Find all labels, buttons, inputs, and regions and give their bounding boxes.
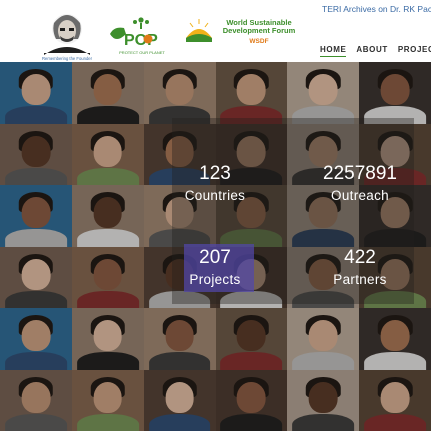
photo-shade [215, 369, 288, 431]
portrait-photo [359, 369, 431, 431]
teri-logo-caption: Remembering the Founder [42, 56, 93, 61]
sun-icon [186, 19, 212, 42]
stat-partners: 422 Partners [305, 247, 415, 289]
photo-shade [143, 308, 216, 370]
photo-shade [287, 369, 360, 431]
portrait-photo [71, 123, 144, 185]
portrait-photo [0, 246, 72, 308]
photo-shade [287, 62, 360, 124]
portrait-photo [359, 308, 431, 370]
nav-home[interactable]: HOME [320, 45, 347, 57]
photo-shade [0, 246, 72, 308]
stat-label: Outreach [331, 188, 389, 203]
portrait-photo [215, 369, 288, 431]
teri-founder-logo[interactable]: Remembering the Founder [36, 9, 98, 61]
photo-shade [0, 369, 72, 431]
photo-shade [0, 185, 72, 247]
pop-logo-caption: PROTECT OUR PLANET [119, 50, 165, 55]
portrait-photo [143, 369, 216, 431]
photo-shade [143, 369, 216, 431]
nav-about[interactable]: ABOUT [356, 45, 387, 57]
stat-countries: 123 Countries [165, 163, 265, 205]
stat-value: 207 [199, 247, 231, 268]
stat-value: 123 [199, 163, 231, 184]
stat-label: Countries [184, 188, 246, 203]
teri-archives-link[interactable]: TERI Archives on Dr. RK Pac [322, 4, 431, 14]
portrait-photo [71, 62, 144, 124]
portrait-photo [287, 62, 360, 124]
pop-logo-text: POP [124, 32, 158, 49]
portrait-photo [71, 308, 144, 370]
portrait-photo [287, 308, 360, 370]
nav-projects[interactable]: PROJECTS [398, 45, 431, 57]
photo-shade [71, 308, 144, 370]
photo-shade [359, 62, 431, 124]
main-nav: HOME ABOUT PROJECTS [320, 45, 431, 57]
photo-shade [71, 123, 144, 185]
portrait-photo [0, 62, 72, 124]
portrait-photo [71, 185, 144, 247]
wsdf-title: World Sustainable Development Forum [222, 18, 296, 35]
portrait-photo [143, 62, 216, 124]
photo-shade [215, 308, 288, 370]
portrait-photo [71, 246, 144, 308]
portrait-photo [0, 369, 72, 431]
portrait-photo [0, 185, 72, 247]
portrait-photo [359, 62, 431, 124]
portrait-photo [0, 123, 72, 185]
photo-shade [359, 308, 431, 370]
photo-shade [215, 62, 288, 124]
photo-shade [143, 62, 216, 124]
photo-shade [0, 123, 72, 185]
portrait-photo [0, 308, 72, 370]
pop-logo[interactable]: POP PROTECT OUR PLANET [104, 14, 178, 58]
stat-outreach: 2257891 Outreach [305, 163, 415, 205]
photo-shade [71, 246, 144, 308]
photo-shade [359, 369, 431, 431]
portrait-photo [215, 62, 288, 124]
portrait-photo [71, 369, 144, 431]
portrait-photo [215, 308, 288, 370]
stat-label: Partners [333, 272, 387, 287]
stat-projects: 207 Projects [165, 247, 265, 289]
photo-shade [71, 185, 144, 247]
wsdf-subtitle: WSDF [249, 38, 269, 45]
photo-shade [71, 369, 144, 431]
photo-shade [0, 308, 72, 370]
stat-label: Projects [189, 272, 241, 287]
photo-shade [71, 62, 144, 124]
stat-value: 422 [344, 247, 376, 268]
portrait-photo [143, 308, 216, 370]
stat-value: 2257891 [323, 163, 397, 184]
photo-shade [0, 62, 72, 124]
portrait-photo [287, 369, 360, 431]
photo-shade [287, 308, 360, 370]
site-header: Remembering the Founder POP PROTECT OUR … [0, 0, 431, 62]
wsdf-logo[interactable]: World Sustainable Development Forum WSDF [184, 16, 302, 48]
